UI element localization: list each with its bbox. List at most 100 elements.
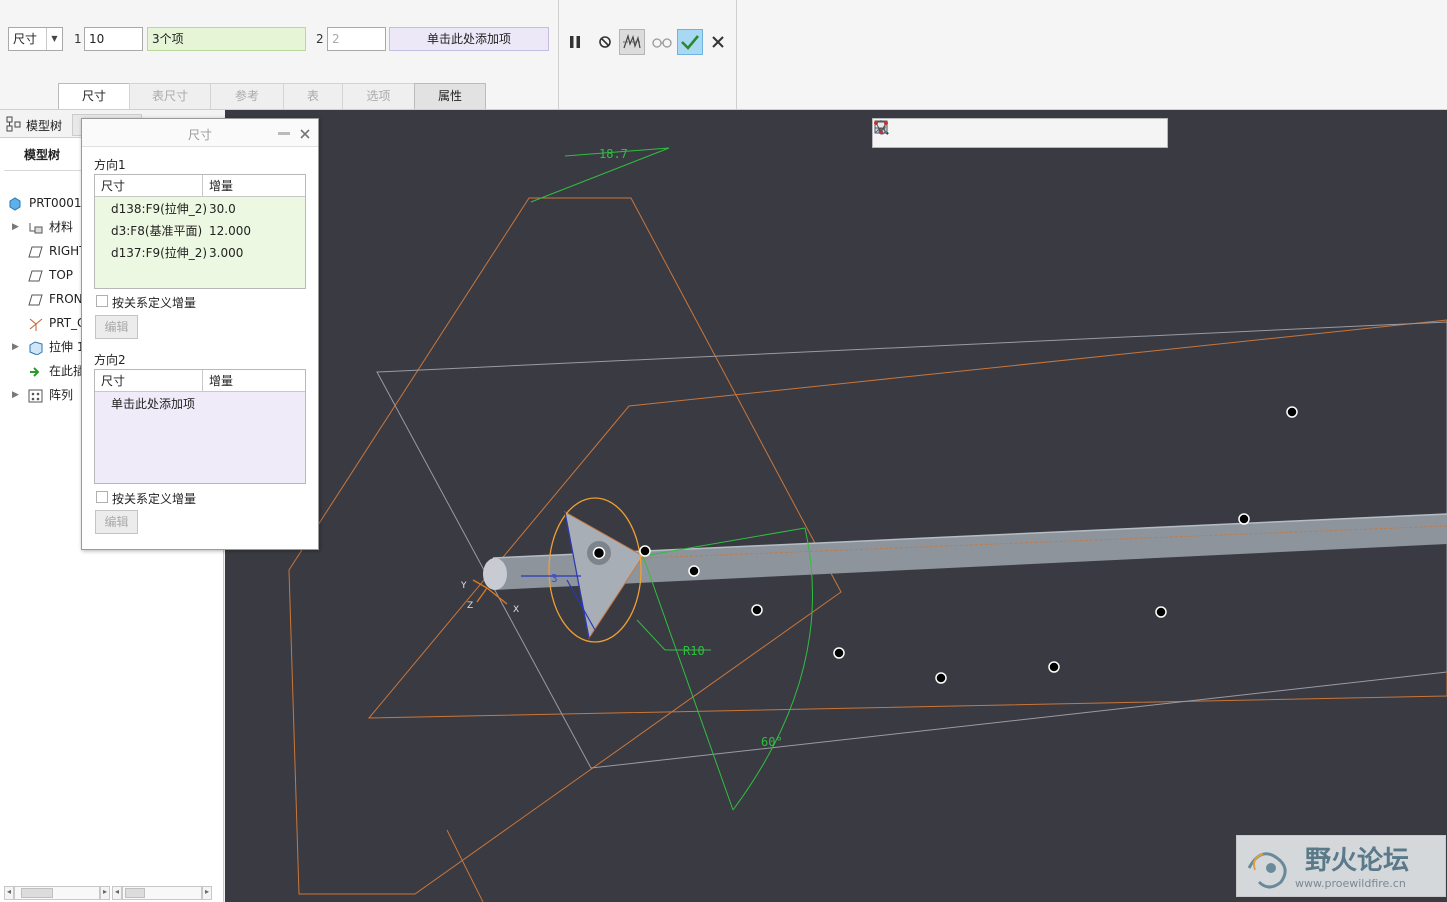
table-row[interactable]: d137:F9(拉伸_2) 3.000 [95,242,305,264]
add-item-placeholder-text: 单击此处添加项 [111,397,196,411]
column-header-increment: 增量 [203,175,305,197]
scroll-track[interactable] [14,886,100,900]
dimension-label-small[interactable]: 3 [551,572,558,585]
dimensions-panel-titlebar[interactable]: 尺寸 [82,119,318,147]
row-dimension: d137:F9(拉伸_2) [111,246,208,260]
direction1-label: 1 [74,32,82,46]
dimensions-panel-title: 尺寸 [188,128,213,142]
datum-display-icon[interactable] [874,120,1109,144]
define-increment-by-relation-label: 按关系定义增量 [112,492,197,506]
direction2-count-input[interactable]: 2 [327,27,386,51]
tree-item-label: PRT_C [49,316,86,330]
material-icon [28,220,44,234]
tree-item-label: 材料 [49,220,74,234]
saved-orientations-icon[interactable] [875,120,1031,144]
dimension-label-angle[interactable]: 60° [761,735,783,749]
axis-label-x: X [513,605,519,615]
direction1-items-field[interactable]: 3个项 [147,27,306,51]
axis-label-y: Y [460,581,467,591]
display-style-icon[interactable] [876,122,1005,144]
spin-center-icon[interactable] [874,121,1135,144]
tree-item-label: 阵列 [49,388,74,402]
tab-options[interactable]: 选项 [342,83,415,109]
table-row[interactable]: d138:F9(拉伸_2) 30.0 [95,198,305,220]
row-increment[interactable]: 30.0 [209,198,236,220]
datum-edge [446,829,484,902]
scroll-right-arrow-icon[interactable]: ▸ [100,886,110,900]
repaint-icon[interactable] [874,120,979,144]
tab-table[interactable]: 表 [283,83,343,109]
add-item-placeholder[interactable]: 单击此处添加项 [95,393,305,415]
dimension-label-radius[interactable]: R10 [683,644,705,658]
define-increment-by-relation-checkbox[interactable] [96,491,108,503]
direction2-table[interactable]: 尺寸 增量 单击此处添加项 [94,369,306,484]
chevron-down-icon: ▼ [46,28,62,50]
zoom-in-icon[interactable] [874,120,927,144]
tree-item-label: TOP [49,268,74,282]
direction2-items-field[interactable]: 单击此处添加项 [389,27,549,51]
watermark-url: www.proewildfire.cn [1295,877,1406,890]
expand-arrow-icon[interactable]: ▶ [12,216,19,238]
edit-button[interactable]: 编辑 [95,510,138,534]
pattern-preview-icon[interactable] [619,29,645,55]
direction1-title: 方向1 [94,158,126,172]
model-tree-tab-label[interactable]: 模型树 [26,117,62,134]
part-icon [8,196,24,211]
coordinate-system-icon [28,316,44,331]
direction1-count-input[interactable]: 10 [84,27,143,51]
scroll-left-arrow-icon[interactable]: ◂ [4,886,14,900]
annotation-display-icon[interactable] [874,121,1161,144]
column-header-dimension: 尺寸 [95,370,203,392]
shaft-end-face [483,558,507,590]
model-tree-tab-icon[interactable] [6,116,22,135]
scroll-right-arrow-icon[interactable]: ▸ [202,886,212,900]
pattern-type-select[interactable]: 尺寸 ▼ [8,27,63,51]
scroll-left-arrow-icon[interactable]: ◂ [112,886,122,900]
scroll-thumb[interactable] [21,888,53,898]
direction1-table[interactable]: 尺寸 增量 d138:F9(拉伸_2) 30.0 d3:F8(基准平面) 12.… [94,174,306,289]
row-dimension: d3:F8(基准平面) [111,224,203,238]
glasses-icon[interactable] [649,29,675,55]
close-icon[interactable] [300,128,310,142]
direction2-label: 2 [316,32,324,46]
pause-icon[interactable] [562,29,588,55]
confirm-check-icon[interactable] [677,29,703,55]
graphics-toolbar [872,118,1168,148]
tree-item-label: FRON [49,292,83,306]
direction2-title: 方向2 [94,353,126,367]
table-row[interactable]: d3:F8(基准平面) 12.000 [95,220,305,242]
graphics-viewport[interactable]: 18.7 R10 60° 3 Y Z X [225,110,1447,902]
datum-plane-icon [28,292,44,306]
dashboard-ribbon: 尺寸 ▼ 1 10 3个项 2 2 单击此处添加项 尺寸 表尺寸 参考 表 选项… [0,0,1447,110]
row-increment[interactable]: 12.000 [209,220,251,242]
dimension-label-top[interactable]: 18.7 [599,147,628,161]
row-increment[interactable]: 3.000 [209,242,243,264]
scroll-thumb[interactable] [125,888,145,898]
datum-plane-icon [28,268,44,282]
tab-properties[interactable]: 属性 [414,83,486,109]
cancel-x-icon[interactable] [705,29,731,55]
tab-dimensions[interactable]: 尺寸 [58,83,130,109]
define-increment-by-relation-checkbox[interactable] [96,295,108,307]
dimension-graphics [530,147,814,811]
horizontal-scrollbar[interactable]: ◂ ▸ ◂ ▸ [4,886,216,900]
scroll-track[interactable] [122,886,202,900]
model-graphics: 18.7 R10 60° 3 Y Z X [288,147,1447,902]
expand-arrow-icon[interactable]: ▶ [12,384,19,406]
view-manager-icon[interactable] [874,121,1057,144]
pin-icon[interactable] [278,128,290,142]
tab-table-dimensions[interactable]: 表尺寸 [129,83,211,109]
edit-button[interactable]: 编辑 [95,315,138,339]
ribbon-separator [736,0,737,110]
tab-references[interactable]: 参考 [210,83,284,109]
no-preview-icon[interactable] [592,29,618,55]
column-header-dimension: 尺寸 [95,175,203,197]
model-tree-title: 模型树 [24,148,61,162]
pattern-type-value: 尺寸 [13,32,38,46]
expand-arrow-icon[interactable]: ▶ [12,336,19,358]
zoom-out-icon[interactable] [874,120,953,144]
row-dimension: d138:F9(拉伸_2) [111,202,208,216]
perspective-icon[interactable] [874,120,1083,144]
column-header-increment: 增量 [203,370,305,392]
pattern-icon [28,388,44,403]
